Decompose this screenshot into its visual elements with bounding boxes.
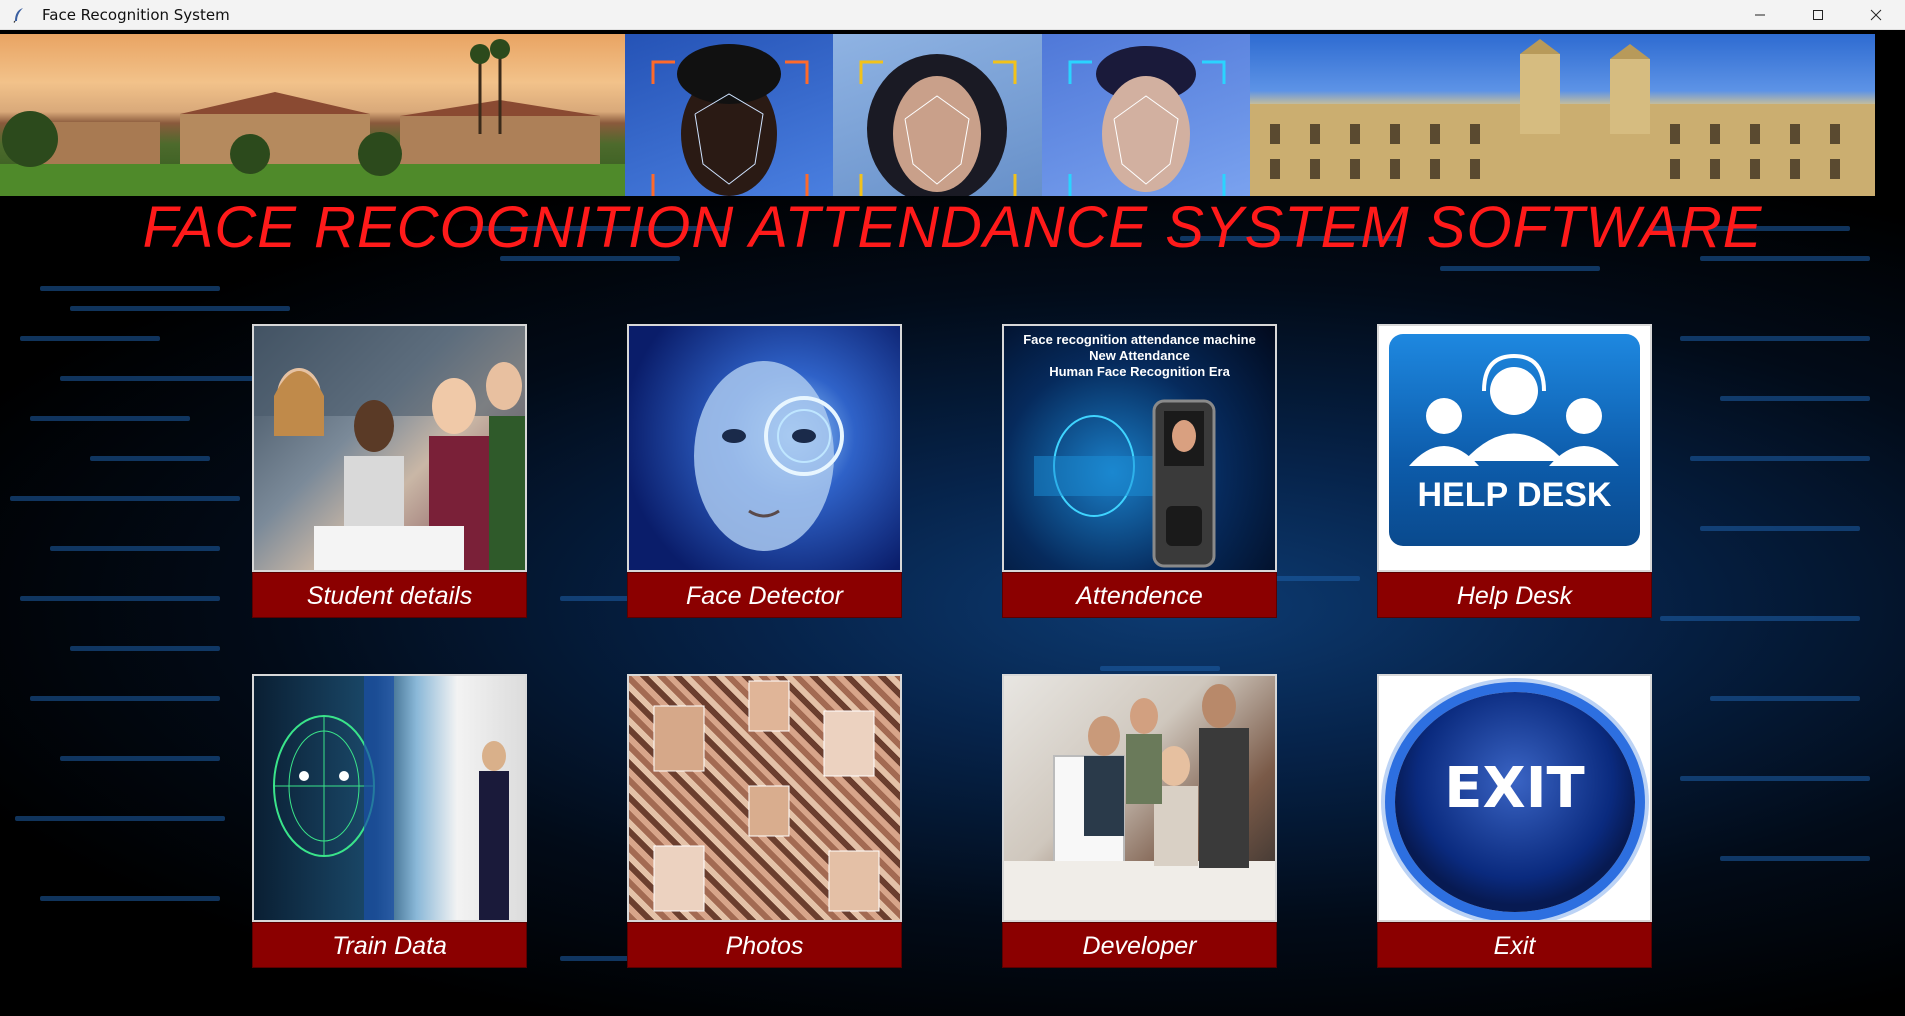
university-banner-image [1250,34,1875,196]
exit-button-image[interactable]: EXIT [1377,674,1652,922]
exit-image-text: EXIT [1444,756,1585,821]
face-scan-image[interactable] [627,324,902,572]
faces-banner-image [625,34,1250,196]
maximize-button[interactable] [1789,0,1847,30]
photos-button[interactable]: Photos [627,922,902,968]
train-data-button[interactable]: Train Data [252,922,527,968]
campus-banner-image [0,34,625,196]
exit-tile[interactable]: EXIT Exit [1377,674,1652,968]
photos-tile[interactable]: Photos [627,674,902,968]
student-details-tile[interactable]: Student details [252,324,527,618]
help-desk-button[interactable]: Help Desk [1377,572,1652,618]
train-data-tile[interactable]: Train Data [252,674,527,968]
attendance-tile[interactable]: Face recognition attendance machine New … [1002,324,1277,618]
students-image[interactable] [252,324,527,572]
attendance-button[interactable]: Attendence [1002,572,1277,618]
train-data-image[interactable] [252,674,527,922]
page-title: FACE RECOGNITION ATTENDANCE SYSTEM SOFTW… [142,195,1763,260]
help-desk-image[interactable]: HELP DESK [1377,324,1652,572]
close-button[interactable] [1847,0,1905,30]
window-title: Face Recognition System [42,5,230,24]
help-desk-tile[interactable]: HELP DESK Help Desk [1377,324,1652,618]
face-detector-tile[interactable]: Face Detector [627,324,902,618]
close-icon [1870,9,1882,21]
developer-team-image[interactable] [1002,674,1277,922]
developer-tile[interactable]: Developer [1002,674,1277,968]
attendance-machine-image[interactable]: Face recognition attendance machine New … [1002,324,1277,572]
photos-collage-image[interactable] [627,674,902,922]
window-title-bar: Face Recognition System [0,0,1905,30]
feather-app-icon [10,6,28,24]
face-detector-button[interactable]: Face Detector [627,572,902,618]
student-details-button[interactable]: Student details [252,572,527,618]
maximize-icon [1813,10,1823,20]
help-desk-image-text: HELP DESK [1417,476,1612,514]
minimize-icon [1755,14,1765,16]
minimize-button[interactable] [1731,0,1789,30]
developer-button[interactable]: Developer [1002,922,1277,968]
exit-button[interactable]: Exit [1377,922,1652,968]
